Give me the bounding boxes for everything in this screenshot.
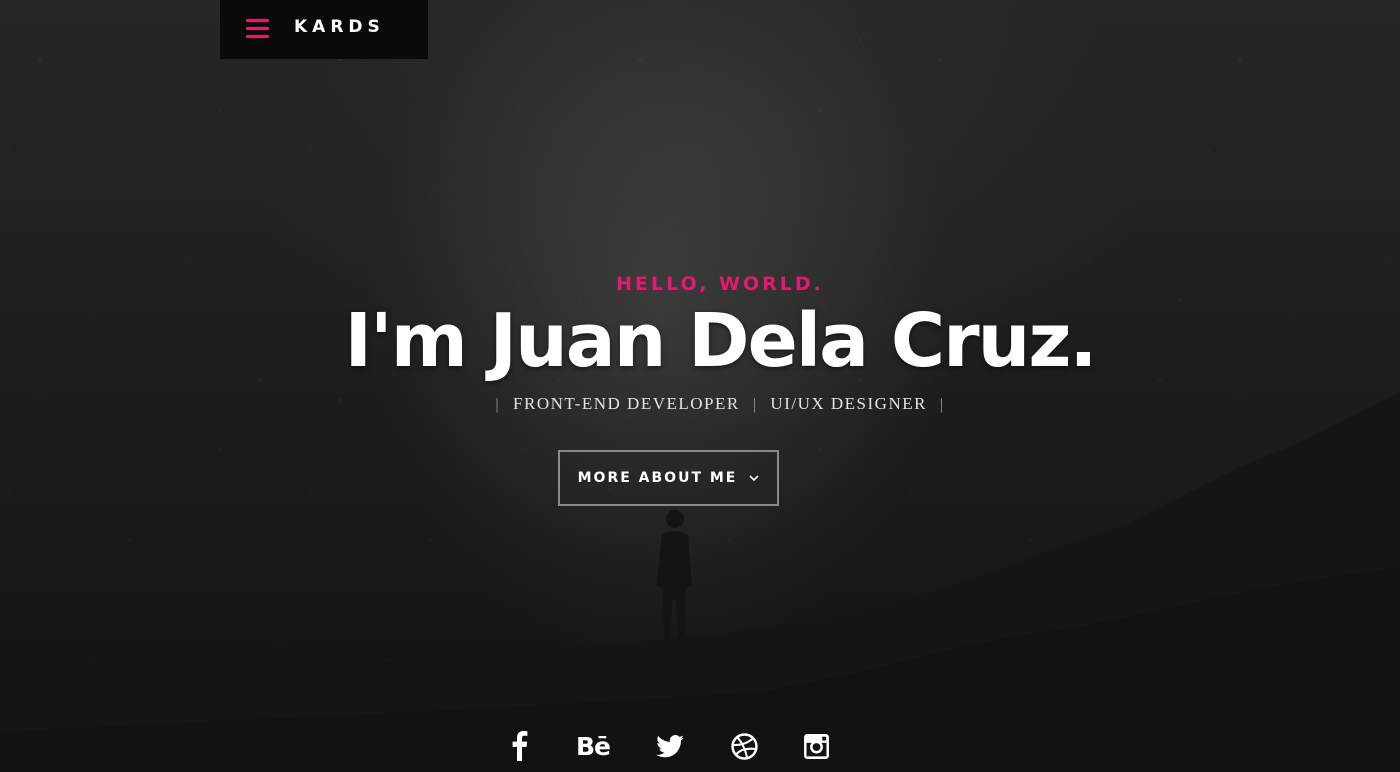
hero-title: I'm Juan Dela Cruz. bbox=[344, 298, 1098, 384]
brand-logo-text[interactable]: KARDS bbox=[294, 17, 385, 37]
behance-label: Bē bbox=[575, 731, 611, 761]
hero-roles: | FRONT-END DEVELOPER | UI/UX DESIGNER | bbox=[0, 394, 1400, 414]
instagram-icon[interactable] bbox=[802, 730, 830, 762]
role-separator: | bbox=[495, 396, 501, 413]
facebook-icon[interactable] bbox=[510, 730, 530, 762]
more-about-me-button[interactable]: MORE ABOUT ME bbox=[558, 450, 779, 506]
mountain-silhouette bbox=[0, 392, 1400, 772]
twitter-icon[interactable] bbox=[655, 730, 685, 762]
hero-greeting: HELLO, WORLD. bbox=[616, 273, 824, 295]
role-frontend: FRONT-END DEVELOPER bbox=[513, 394, 740, 413]
person-silhouette bbox=[656, 510, 692, 655]
role-separator: | bbox=[752, 396, 758, 413]
behance-icon[interactable]: Bē bbox=[572, 730, 614, 762]
role-separator: | bbox=[939, 396, 945, 413]
chevron-down-icon bbox=[749, 474, 759, 481]
more-about-me-label: MORE ABOUT ME bbox=[577, 470, 738, 486]
dribbble-icon[interactable] bbox=[730, 730, 758, 762]
social-links: Bē bbox=[0, 730, 1400, 764]
hamburger-menu-icon[interactable] bbox=[246, 19, 270, 39]
role-uiux: UI/UX DESIGNER bbox=[770, 394, 927, 413]
